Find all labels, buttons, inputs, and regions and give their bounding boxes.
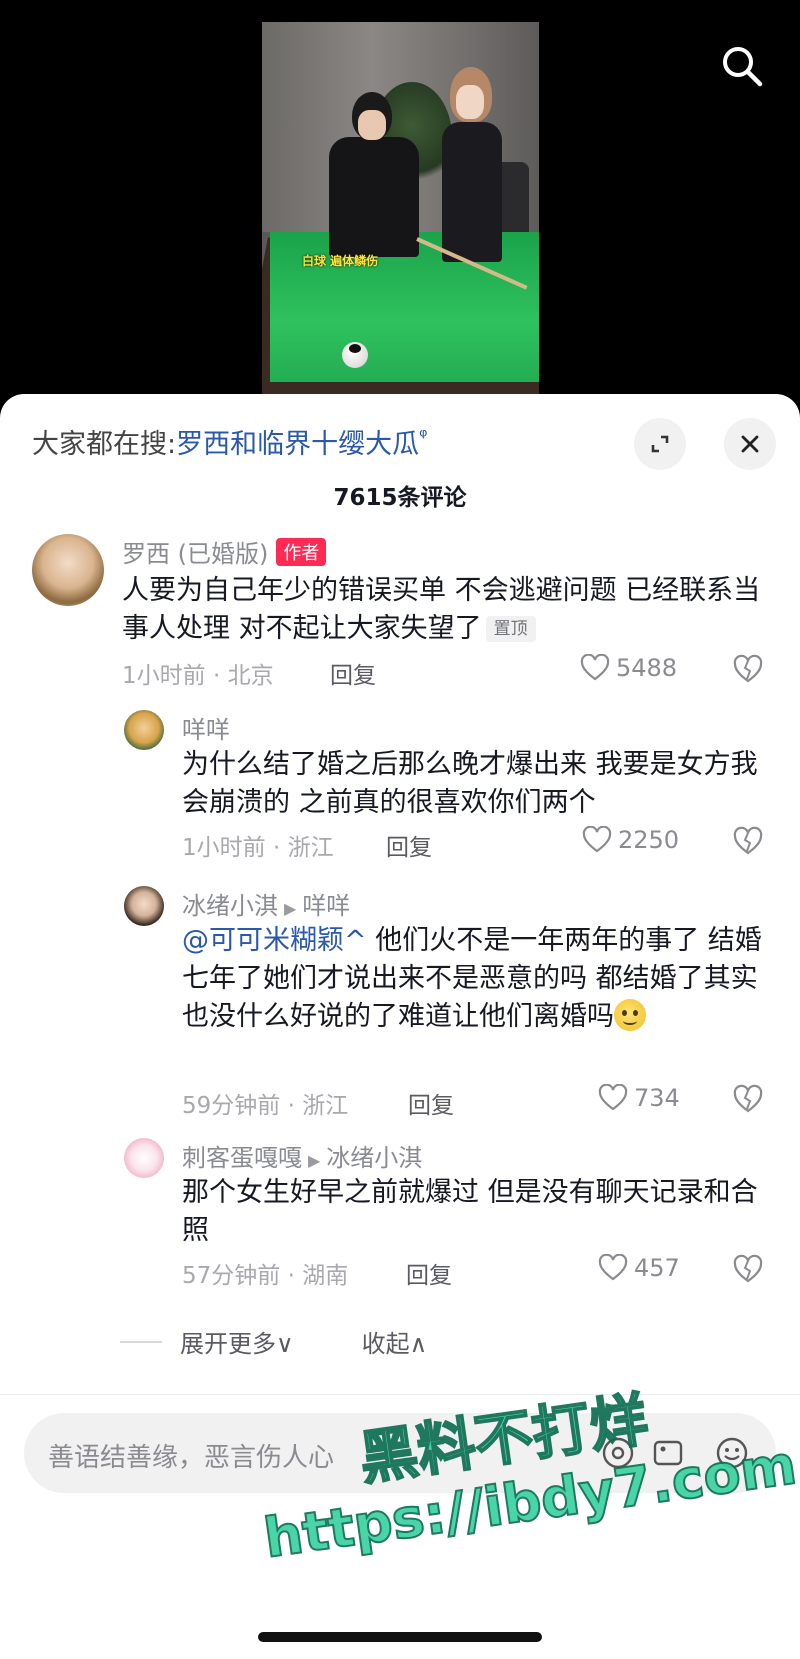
- avatar[interactable]: [124, 886, 164, 926]
- reply-button[interactable]: 回复: [386, 828, 432, 862]
- search-mark-icon: ᵠ: [419, 424, 428, 448]
- pinned-badge: 置顶: [485, 616, 536, 642]
- close-sheet-button[interactable]: [724, 418, 776, 470]
- replies-controls: 展开更多∨ 收起∧: [120, 1324, 427, 1359]
- like-count: 734: [634, 1084, 680, 1112]
- divider: [120, 1340, 162, 1343]
- video-subtitle: 白球 遍体鳞伤: [302, 254, 379, 268]
- dislike-icon[interactable]: [732, 826, 764, 856]
- expand-more-button[interactable]: 展开更多∨: [180, 1324, 294, 1359]
- comment-author-name[interactable]: 冰绪小淇: [182, 892, 278, 920]
- like-count: 2250: [618, 826, 680, 854]
- comment-count: 7615条评论: [333, 485, 467, 511]
- smile-emoji-icon: [614, 999, 646, 1031]
- like-button[interactable]: 734: [598, 1084, 680, 1112]
- video-player[interactable]: 白球 遍体鳞伤: [262, 22, 539, 400]
- comment-item: 咩咩 为什么结了婚之后那么晚才爆出来 我要是女方我会崩溃的 之前真的很喜欢你们两…: [0, 710, 800, 870]
- home-indicator: [258, 1632, 542, 1642]
- comment-author[interactable]: 刺客蛋嘎嘎 ▶ 冰绪小淇: [182, 1138, 422, 1173]
- expand-icon: [651, 435, 669, 453]
- comment-author[interactable]: 冰绪小淇 ▶ 咩咩: [182, 886, 350, 921]
- expand-sheet-button[interactable]: [634, 418, 686, 470]
- comment-author-name[interactable]: 咩咩: [182, 710, 230, 745]
- video-cue-ball: [342, 342, 368, 368]
- author-badge: 作者: [276, 538, 327, 566]
- heart-icon: [582, 826, 612, 853]
- like-button[interactable]: 5488: [580, 654, 677, 682]
- search-icon[interactable]: [718, 42, 766, 90]
- comment-author-name[interactable]: 刺客蛋嘎嘎: [182, 1144, 302, 1172]
- video-person-woman: [432, 67, 512, 267]
- comment-meta: 59分钟前 · 浙江: [182, 1093, 349, 1119]
- comment-meta: 1小时前 · 北京: [122, 663, 274, 689]
- heart-icon: [580, 654, 610, 681]
- comment-text: @可可米糊颖^ 他们火不是一年两年的事了 结婚七年了她们才说出来不是恶意的吗 都…: [182, 922, 762, 1036]
- comment-item: 罗西 (已婚版) 作者 人要为自己年少的错误买单 不会逃避问题 已经联系当事人处理…: [0, 534, 800, 694]
- comment-text: 人要为自己年少的错误买单 不会逃避问题 已经联系当事人处理 对不起让大家失望了置…: [122, 572, 772, 648]
- video-area[interactable]: 白球 遍体鳞伤: [0, 0, 800, 400]
- avatar[interactable]: [124, 710, 164, 750]
- trending-search-link[interactable]: 罗西和临界十缨大瓜: [176, 429, 419, 460]
- dislike-icon[interactable]: [732, 654, 764, 684]
- like-button[interactable]: 457: [598, 1254, 680, 1282]
- comment-body: 那个女生好早之前就爆过 但是没有聊天记录和合照: [182, 1177, 758, 1246]
- dislike-icon[interactable]: [732, 1084, 764, 1114]
- like-button[interactable]: 2250: [582, 826, 679, 854]
- video-person-man: [324, 92, 419, 272]
- avatar[interactable]: [32, 534, 104, 606]
- reply-to-name[interactable]: 冰绪小淇: [326, 1144, 422, 1172]
- reply-button[interactable]: 回复: [330, 656, 376, 690]
- comment-item: 冰绪小淇 ▶ 咩咩 @可可米糊颖^ 他们火不是一年两年的事了 结婚七年了她们才说出来…: [0, 886, 800, 1136]
- comment-body: 为什么结了婚之后那么晚才爆出来 我要是女方我会崩溃的 之前真的很喜欢你们两个: [182, 749, 758, 818]
- like-count: 457: [634, 1254, 680, 1282]
- dislike-icon[interactable]: [732, 1254, 764, 1284]
- close-icon: [741, 435, 759, 453]
- comment-meta: 57分钟前 · 湖南: [182, 1263, 349, 1289]
- comment-author-name[interactable]: 罗西 (已婚版): [122, 540, 268, 568]
- reply-button[interactable]: 回复: [406, 1256, 452, 1290]
- comment-meta: 1小时前 · 浙江: [182, 835, 334, 861]
- reply-arrow-icon: ▶: [284, 899, 297, 918]
- avatar[interactable]: [124, 1138, 164, 1178]
- reply-button[interactable]: 回复: [408, 1086, 454, 1120]
- comment-input-placeholder: 善语结善缘，恶言伤人心: [48, 1443, 335, 1473]
- comment-author[interactable]: 罗西 (已婚版) 作者: [122, 534, 327, 569]
- heart-icon: [598, 1254, 628, 1281]
- comment-sheet-header: 大家都在搜:罗西和临界十缨大瓜ᵠ 7615条评论: [0, 394, 800, 514]
- reply-arrow-icon: ▶: [308, 1151, 321, 1170]
- heart-icon: [598, 1084, 628, 1111]
- reply-to-name[interactable]: 咩咩: [302, 892, 350, 920]
- comment-body: 人要为自己年少的错误买单 不会逃避问题 已经联系当事人处理 对不起让大家失望了: [122, 575, 761, 644]
- like-count: 5488: [616, 654, 678, 682]
- comment-item: 刺客蛋嘎嘎 ▶ 冰绪小淇 那个女生好早之前就爆过 但是没有聊天记录和合照 57分钟前…: [0, 1138, 800, 1298]
- collapse-button[interactable]: 收起∧: [362, 1324, 428, 1359]
- trending-search[interactable]: 大家都在搜:罗西和临界十缨大瓜ᵠ: [32, 422, 427, 461]
- trending-prefix: 大家都在搜:: [32, 429, 177, 460]
- mention-link[interactable]: @可可米糊颖^: [182, 925, 367, 956]
